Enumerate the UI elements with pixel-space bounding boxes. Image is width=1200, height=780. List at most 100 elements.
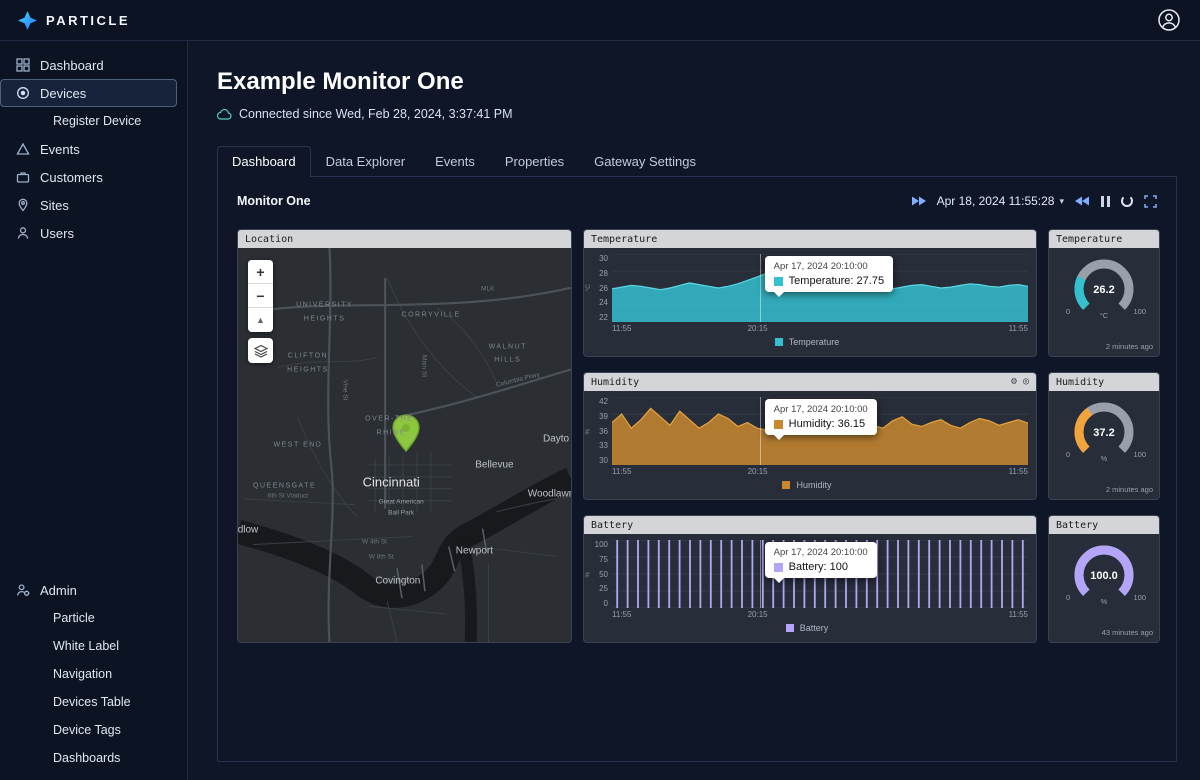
crosshair-line (760, 540, 761, 608)
cloud-icon (217, 109, 232, 120)
skip-forward-button[interactable] (1075, 196, 1090, 206)
sidebar-item-devices[interactable]: Devices (0, 79, 177, 107)
sidebar-item-label: Devices Table (53, 695, 131, 709)
map-label: CLIFTON (288, 353, 328, 360)
tooltip-time: Apr 17, 2024 20:10:00 (774, 261, 884, 272)
tab-gateway-settings[interactable]: Gateway Settings (579, 146, 711, 177)
skip-back-button[interactable] (911, 196, 926, 206)
tooltip-swatch (774, 563, 783, 572)
tab-dashboard[interactable]: Dashboard (217, 146, 311, 177)
widget-header[interactable]: Humidity (1049, 373, 1159, 391)
map-label: HEIGHTS (304, 315, 346, 322)
battery-gauge-widget: Battery 100.0 0 100 % 43 minutes ago (1048, 515, 1160, 643)
gauge-min: 0 (1066, 450, 1070, 459)
plot-area[interactable]: Apr 17, 2024 20:10:00 Battery: 100 (612, 540, 1028, 608)
widget-header[interactable]: Humidity ⚙ ◎ (584, 373, 1036, 391)
user-icon (1157, 8, 1181, 32)
tooltip-value: Humidity: 36.15 (789, 418, 865, 430)
widget-header[interactable]: Temperature (1049, 230, 1159, 248)
legend-swatch (786, 624, 794, 632)
widget-header[interactable]: Battery (584, 516, 1036, 534)
widget-header[interactable]: Temperature (584, 230, 1036, 248)
sidebar-item-label: Dashboards (53, 751, 120, 765)
sidebar-item-events[interactable]: Events (0, 135, 187, 163)
gauge-max: 100 (1133, 450, 1146, 459)
dashboard-title: Monitor One (237, 194, 311, 208)
widget-title: Location (245, 234, 293, 245)
chart-body: % 1007550250 Apr 17, 2024 20:10:00 Batte… (584, 534, 1036, 642)
sidebar-item-customers[interactable]: Customers (0, 163, 187, 191)
gauge-updated: 2 minutes ago (1106, 485, 1153, 494)
sidebar-item-dashboards[interactable]: Dashboards (0, 744, 187, 772)
sidebar-item-navigation[interactable]: Navigation (0, 660, 187, 688)
temperature-gauge-widget: Temperature 26.2 0 100 °C 2 minutes ago (1048, 229, 1160, 357)
svg-text:37.2: 37.2 (1093, 427, 1114, 439)
map-label: Cincinnati (363, 475, 420, 490)
x-tick: 11:55 (1009, 467, 1028, 476)
gauge-body: 37.2 0 100 % 2 minutes ago (1049, 391, 1159, 499)
sidebar-item-label: Device Tags (53, 723, 121, 737)
tab-events[interactable]: Events (420, 146, 490, 177)
tooltip-swatch (774, 277, 783, 286)
layers-button[interactable] (248, 338, 273, 363)
x-tick: 20:15 (748, 324, 768, 333)
user-avatar[interactable] (1156, 7, 1182, 33)
map-label: QUEENSGATE (253, 483, 316, 490)
map-label: Ball Park (388, 510, 414, 517)
topbar: PARTICLE (0, 0, 1200, 41)
fullscreen-button[interactable] (1144, 195, 1157, 208)
tab-data-explorer[interactable]: Data Explorer (311, 146, 420, 177)
refresh-spinner-icon[interactable] (1121, 195, 1133, 207)
sidebar-item-particle[interactable]: Particle (0, 604, 187, 632)
legend[interactable]: Humidity (586, 477, 1028, 492)
x-tick: 11:55 (612, 324, 631, 333)
sidebar-item-white-label[interactable]: White Label (0, 632, 187, 660)
tooltip: Apr 17, 2024 20:10:00 Humidity: 36.15 (765, 399, 877, 435)
widget-header[interactable]: Battery (1049, 516, 1159, 534)
sidebar-item-devices-table[interactable]: Devices Table (0, 688, 187, 716)
sidebar-item-sites[interactable]: Sites (0, 191, 187, 219)
connected-text: Connected since Wed, Feb 28, 2024, 3:37:… (239, 107, 513, 121)
plot-area[interactable]: Apr 17, 2024 20:10:00 Temperature: 27.75 (612, 254, 1028, 322)
x-tick: 11:55 (612, 467, 631, 476)
legend[interactable]: Battery (586, 620, 1028, 635)
sidebar: Dashboard Devices Register Device Events… (0, 41, 188, 780)
map-label: Great American (379, 499, 424, 506)
tooltip-value: Temperature: 27.75 (789, 275, 884, 287)
map-label: WEST END (274, 442, 323, 449)
sidebar-item-dashboard[interactable]: Dashboard (0, 51, 187, 79)
gauge-min: 0 (1066, 307, 1070, 316)
map-canvas[interactable]: UNIVERSITYHEIGHTSCORRYVILLEWALNUTHILLSCL… (238, 248, 571, 642)
widget-header[interactable]: Location (238, 230, 571, 248)
tooltip-time: Apr 17, 2024 20:10:00 (774, 404, 868, 415)
date-picker[interactable]: Apr 18, 2024 11:55:28 ▾ (937, 194, 1064, 208)
chart-body: % 4239363330 Apr 17, 2024 20:10:00 Humid… (584, 391, 1036, 499)
legend[interactable]: Temperature (586, 334, 1028, 349)
compass-button[interactable]: ▲ (248, 308, 273, 332)
tab-properties[interactable]: Properties (490, 146, 579, 177)
layers-icon (254, 344, 268, 358)
legend-label: Battery (800, 623, 829, 633)
visibility-icon[interactable]: ◎ (1023, 377, 1029, 387)
gear-icon[interactable]: ⚙ (1011, 377, 1017, 387)
widget-title: Battery (591, 520, 633, 531)
sidebar-item-register-device[interactable]: Register Device (0, 107, 187, 135)
zoom-in-button[interactable]: + (248, 260, 273, 284)
particle-logo[interactable]: PARTICLE (18, 11, 130, 30)
zoom-out-button[interactable]: − (248, 284, 273, 308)
humidity-gauge-widget: Humidity 37.2 0 100 % 2 minutes ago (1048, 372, 1160, 500)
sidebar-item-users[interactable]: Users (0, 219, 187, 247)
timeline-controls: Apr 18, 2024 11:55:28 ▾ (911, 194, 1157, 208)
sidebar-item-label: Particle (53, 611, 95, 625)
crosshair-line (760, 397, 761, 465)
sidebar-item-device-tags[interactable]: Device Tags (0, 716, 187, 744)
plot-area[interactable]: Apr 17, 2024 20:10:00 Humidity: 36.15 (612, 397, 1028, 465)
sidebar-item-label: Register Device (53, 114, 141, 128)
map-zoom-controls: + − ▲ (248, 260, 273, 332)
pause-button[interactable] (1101, 196, 1110, 207)
map-label: Woodlawn (528, 489, 571, 500)
map-label: Main St (421, 355, 428, 377)
tooltip: Apr 17, 2024 20:10:00 Battery: 100 (765, 542, 877, 578)
x-tick: 11:55 (1009, 610, 1028, 619)
sidebar-item-admin[interactable]: Admin (0, 576, 187, 604)
